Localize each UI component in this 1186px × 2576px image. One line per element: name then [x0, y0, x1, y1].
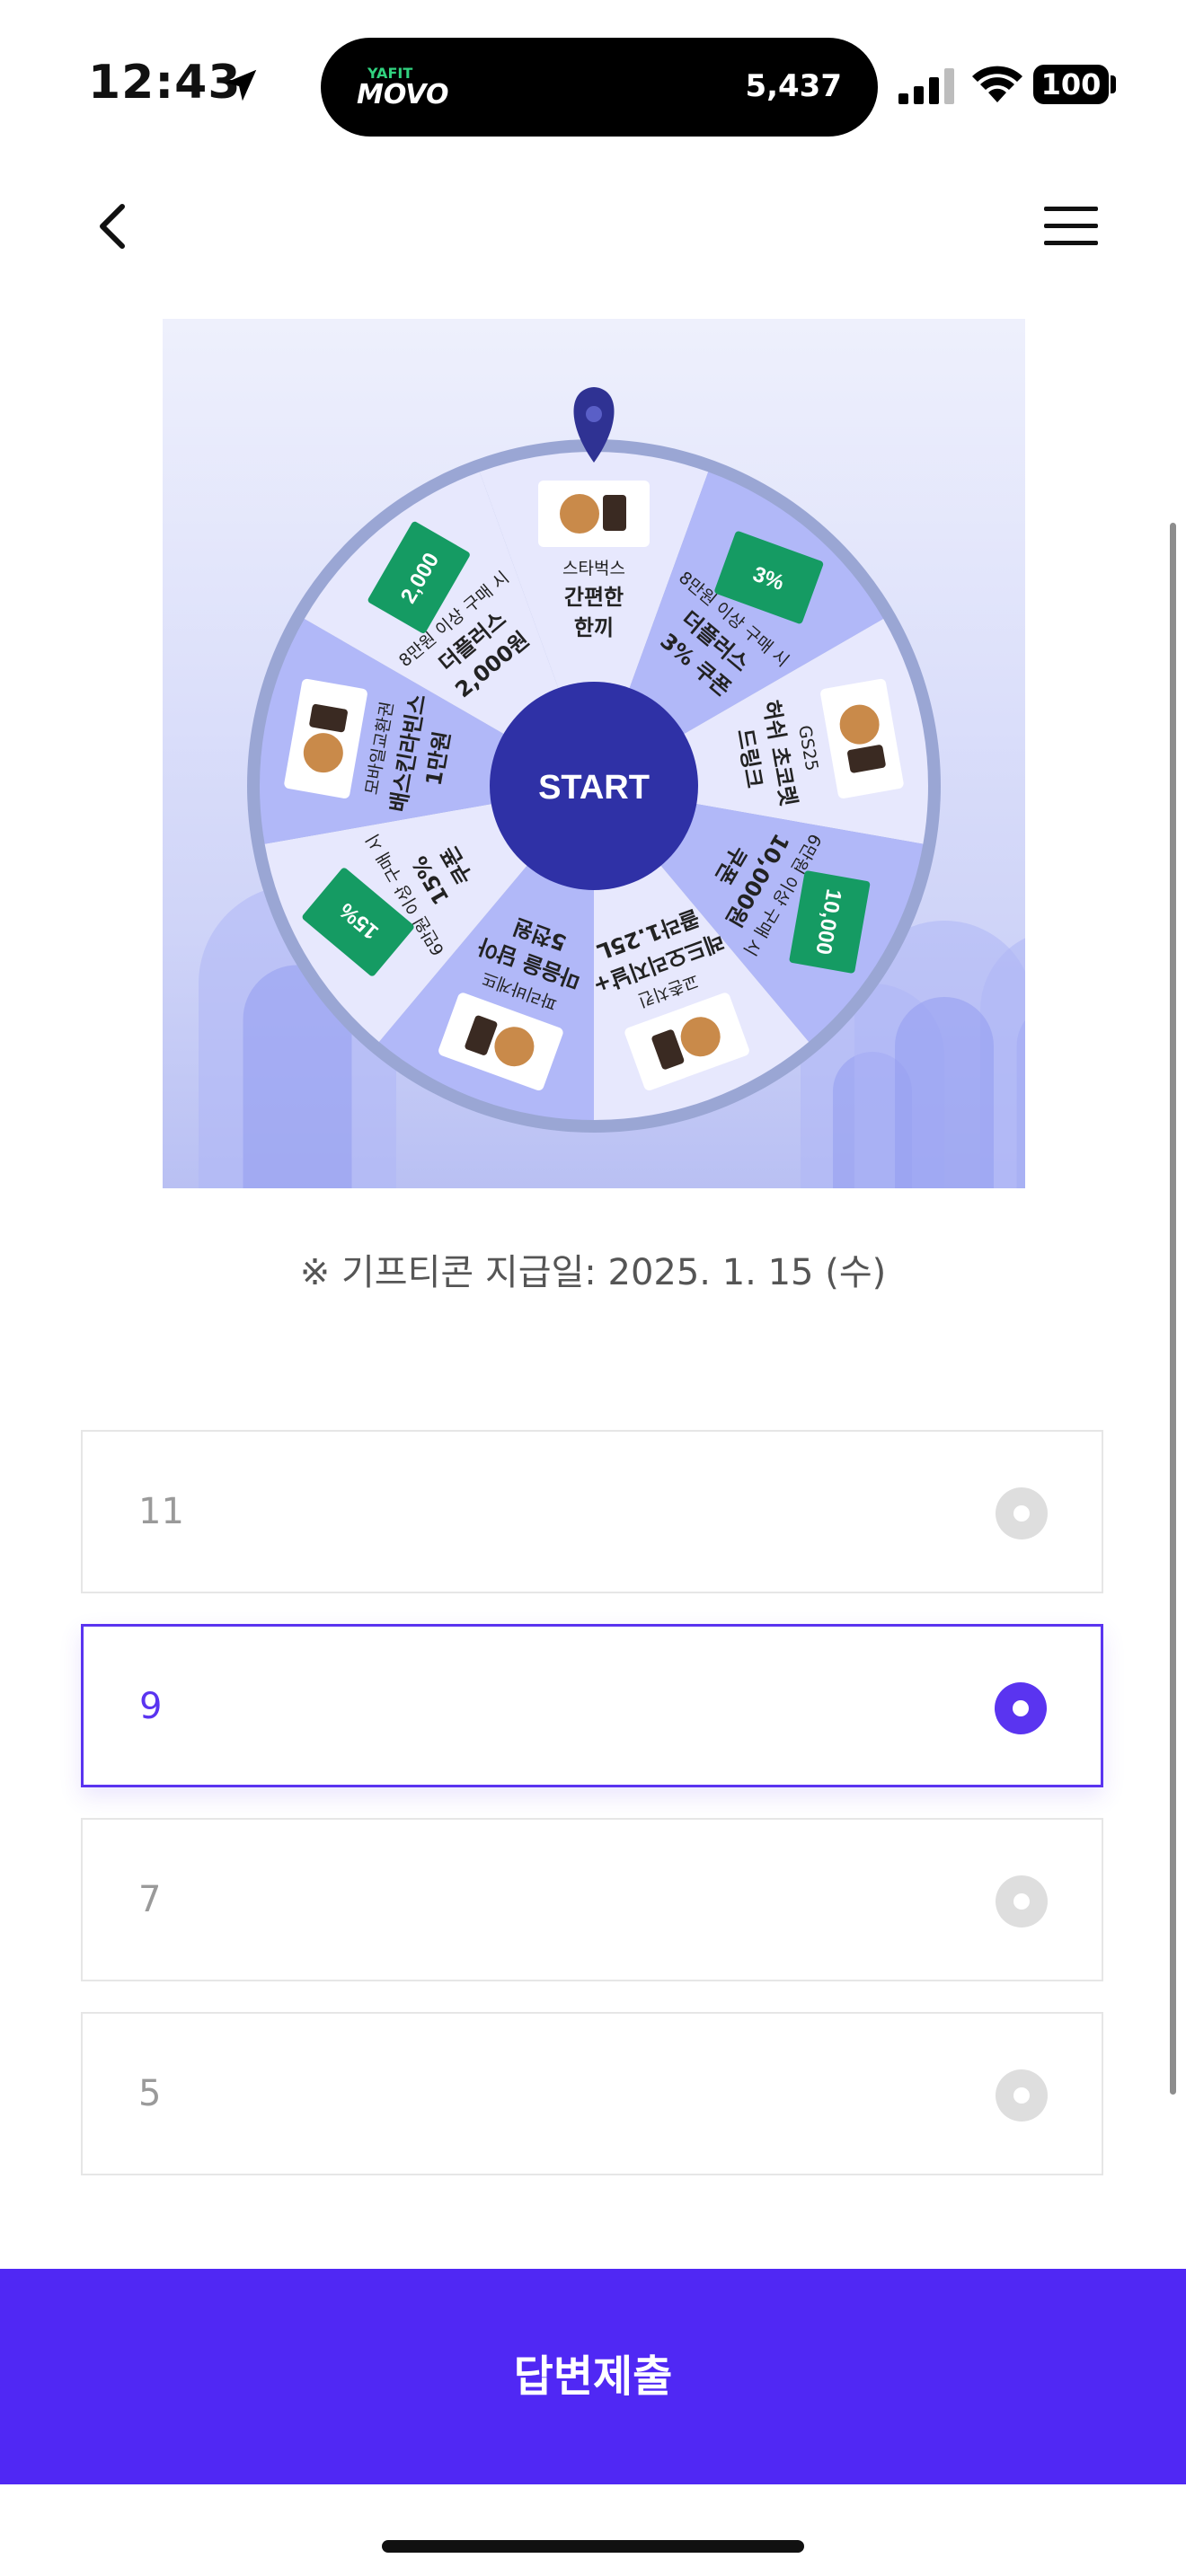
wifi-icon	[972, 66, 1022, 102]
status-bar: 12:43 YAFIT MOVO 5,437 100	[0, 0, 1186, 162]
island-brand-logo: MOVO	[357, 79, 449, 110]
decor-arch	[895, 997, 994, 1188]
radio-dot	[1013, 1893, 1030, 1910]
answer-option-label: 5	[138, 2073, 162, 2114]
answer-option[interactable]: 9	[81, 1624, 1103, 1787]
status-time: 12:43	[88, 56, 242, 110]
radio-button-icon[interactable]	[995, 1682, 1047, 1734]
prize-text: 스타벅스	[562, 559, 625, 578]
submit-answer-button[interactable]: 답변제출	[0, 2269, 1186, 2484]
menu-button[interactable]	[1042, 205, 1100, 248]
battery-indicator: 100	[1033, 65, 1109, 104]
roulette-banner: 스타벅스 간편한 한끼 3% 8만원 이상 구매 시 더플러스 3% 쿠폰 GS25 허쉬 초코…	[163, 319, 1025, 1188]
answer-option[interactable]: 7	[81, 1818, 1103, 1981]
battery-tip	[1111, 75, 1116, 93]
gifticon-payment-notice: ※ 기프티콘 지급일: 2025. 1. 15 (수)	[299, 1252, 887, 1293]
prize-text: 한끼	[574, 615, 614, 640]
prize-text: 간편한	[564, 585, 624, 610]
radio-dot	[1013, 1700, 1029, 1716]
home-indicator	[382, 2540, 804, 2553]
start-label: START	[538, 769, 650, 807]
radio-dot	[1013, 1505, 1030, 1522]
answer-option[interactable]: 5	[81, 2012, 1103, 2175]
prize-image-food	[560, 494, 599, 534]
answer-option-label: 7	[138, 1879, 162, 1920]
cellular-signal-icon	[898, 68, 954, 104]
answer-option[interactable]: 11	[81, 1430, 1103, 1593]
scrollbar[interactable]	[1170, 523, 1176, 2095]
back-button[interactable]	[90, 199, 135, 253]
radio-dot	[1013, 2087, 1030, 2104]
radio-button-icon[interactable]	[996, 1487, 1048, 1539]
answer-option-label: 11	[138, 1491, 184, 1532]
dynamic-island: YAFIT MOVO 5,437	[321, 38, 878, 137]
radio-button-icon[interactable]	[996, 1875, 1048, 1928]
island-step-count: 5,437	[745, 68, 842, 104]
wheel-pointer-dot	[586, 406, 602, 422]
location-arrow-icon	[225, 69, 257, 101]
roulette-wheel: 스타벅스간편한한끼3%8만원 이상 구매 시더플러스3% 쿠폰GS25허쉬 초코…	[199, 387, 1025, 1188]
prize-image-drink	[603, 495, 626, 531]
answer-option-label: 9	[139, 1686, 163, 1727]
radio-button-icon[interactable]	[996, 2069, 1048, 2122]
